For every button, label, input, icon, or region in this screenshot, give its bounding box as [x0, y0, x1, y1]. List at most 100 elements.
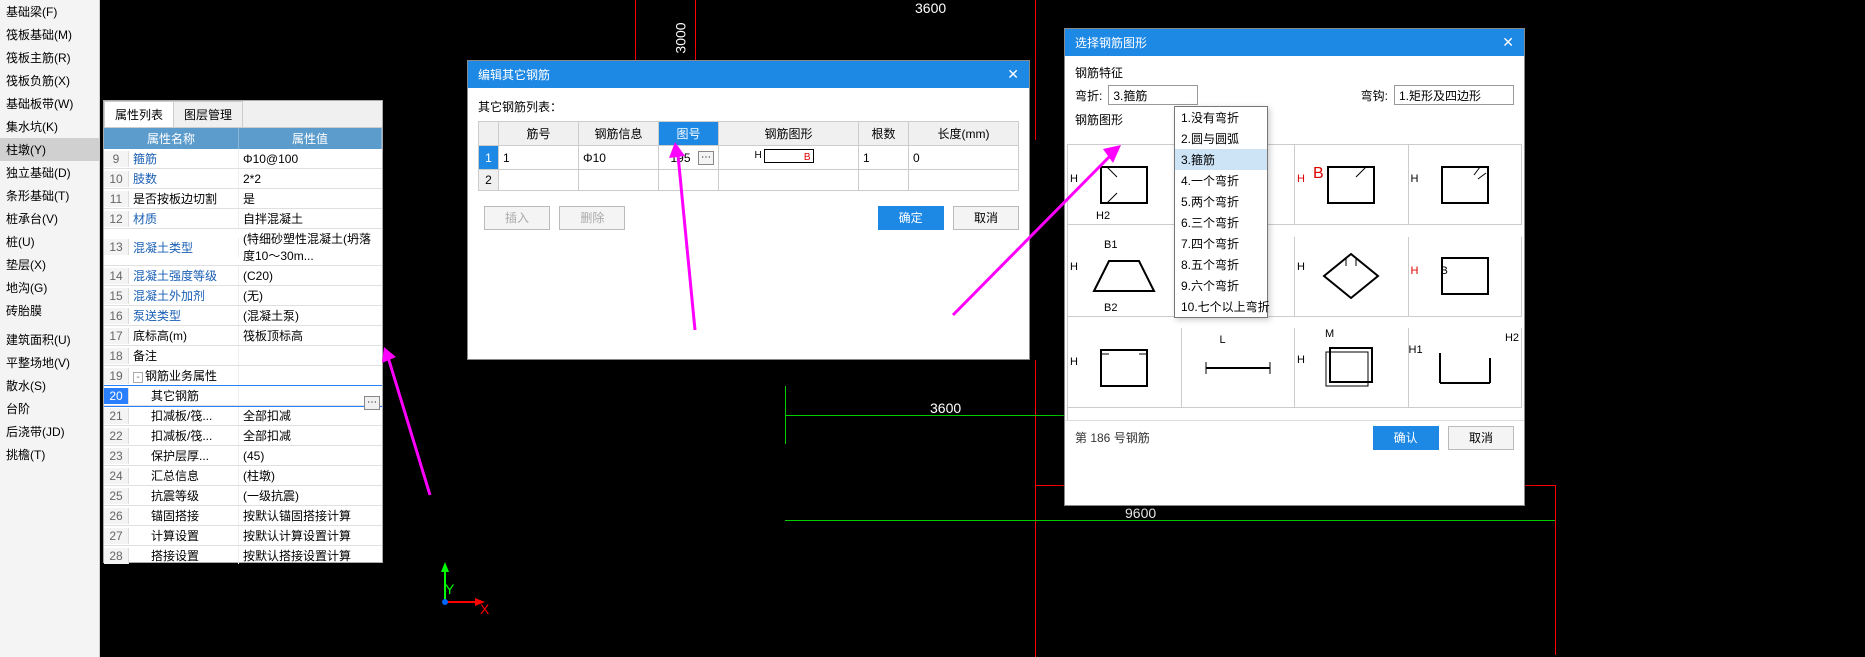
list-label: 其它钢筋列表： [478, 98, 1019, 115]
row-1-header[interactable]: 1 [479, 146, 499, 170]
col-shape[interactable]: 钢筋图形 [719, 122, 859, 146]
nav-item[interactable]: 平整场地(V) [0, 351, 99, 374]
property-row[interactable]: 13混凝土类型(特细砂塑性混凝土(坍落度10～30m... [104, 229, 382, 266]
property-row[interactable]: 22扣减板/筏...全部扣减 [104, 426, 382, 446]
nav-item[interactable]: 挑檐(T) [0, 443, 99, 466]
grid-label: 钢筋图形 [1075, 111, 1514, 128]
dropdown-option[interactable]: 3.箍筋 [1175, 149, 1267, 170]
property-row[interactable]: 10肢数2*2 [104, 169, 382, 189]
cell-shape[interactable]: B [719, 146, 859, 170]
cell-info[interactable]: Φ10 [579, 146, 659, 170]
col-name: 属性名称 [104, 128, 239, 149]
dropdown-option[interactable]: 7.四个弯折 [1175, 233, 1267, 254]
property-row[interactable]: 21扣减板/筏...全部扣减 [104, 406, 382, 426]
property-row[interactable]: 26锚固搭接按默认锚固搭接计算 [104, 506, 382, 526]
close-icon[interactable]: ✕ [1007, 66, 1019, 83]
shape-option[interactable]: H [1068, 328, 1182, 408]
dropdown-option[interactable]: 2.圆与圆弧 [1175, 128, 1267, 149]
property-row[interactable]: 28搭接设置按默认搭接设置计算 [104, 546, 382, 564]
dropdown-option[interactable]: 1.没有弯折 [1175, 107, 1267, 128]
insert-button[interactable]: 插入 [484, 206, 550, 230]
dimension: 3000 [673, 22, 689, 53]
nav-item[interactable]: 集水坑(K) [0, 115, 99, 138]
dimension: 3600 [930, 400, 961, 416]
dropdown-option[interactable]: 4.一个弯折 [1175, 170, 1267, 191]
col-jin[interactable]: 筋号 [499, 122, 579, 146]
nav-item[interactable]: 后浇带(JD) [0, 420, 99, 443]
nav-item[interactable]: 建筑面积(U) [0, 328, 99, 351]
dropdown-option[interactable]: 9.六个弯折 [1175, 275, 1267, 296]
delete-button[interactable]: 删除 [559, 206, 625, 230]
hook-select[interactable] [1394, 85, 1514, 105]
tab-properties[interactable]: 属性列表 [104, 101, 174, 127]
cell-tuhao[interactable]: 195⋯ [659, 146, 719, 170]
cell-length[interactable]: 0 [909, 146, 1019, 170]
cell-jin[interactable]: 1 [499, 146, 579, 170]
row-2-header[interactable]: 2 [479, 170, 499, 191]
nav-item[interactable]: 台阶 [0, 397, 99, 420]
col-length[interactable]: 长度(mm) [909, 122, 1019, 146]
close-icon[interactable]: ✕ [1502, 34, 1514, 51]
nav-item[interactable]: 筏板基础(M) [0, 23, 99, 46]
nav-item[interactable]: 地沟(G) [0, 276, 99, 299]
bend-dropdown[interactable]: 1.没有弯折2.圆与圆弧3.箍筋4.一个弯折5.两个弯折6.三个弯折7.四个弯折… [1174, 106, 1268, 318]
nav-item[interactable]: 条形基础(T) [0, 184, 99, 207]
property-row[interactable]: 18备注 [104, 346, 382, 366]
col-value: 属性值 [239, 128, 382, 149]
rebar-table[interactable]: 筋号 钢筋信息 图号 钢筋图形 根数 长度(mm) 1 1 Φ10 195⋯ B… [478, 121, 1019, 191]
nav-item[interactable]: 砖胎膜 [0, 299, 99, 322]
dropdown-option[interactable]: 10.七个以上弯折 [1175, 296, 1267, 317]
bend-select[interactable] [1108, 85, 1198, 105]
shape-option[interactable]: HH2 [1068, 145, 1182, 225]
property-row[interactable]: 16泵送类型(混凝土泵) [104, 306, 382, 326]
shape-option[interactable]: L [1182, 328, 1296, 408]
cell-count[interactable]: 1 [859, 146, 909, 170]
property-row[interactable]: 17底标高(m)筏板顶标高 [104, 326, 382, 346]
nav-item-selected[interactable]: 柱墩(Y) [0, 138, 99, 161]
nav-item[interactable]: 垫层(X) [0, 253, 99, 276]
dimension: 3600 [915, 0, 946, 16]
ok-button[interactable]: 确认 [1373, 426, 1439, 450]
property-row[interactable]: 24汇总信息(柱墩) [104, 466, 382, 486]
nav-item[interactable]: 桩(U) [0, 230, 99, 253]
dropdown-option[interactable]: 5.两个弯折 [1175, 191, 1267, 212]
property-row[interactable]: 23保护层厚...(45) [104, 446, 382, 466]
dropdown-option[interactable]: 8.五个弯折 [1175, 254, 1267, 275]
edit-rebar-dialog: 编辑其它钢筋 ✕ 其它钢筋列表： 筋号 钢筋信息 图号 钢筋图形 根数 长度(m… [467, 60, 1030, 360]
property-row[interactable]: 27计算设置按默认计算设置计算 [104, 526, 382, 546]
nav-item[interactable]: 筏板负筋(X) [0, 69, 99, 92]
tuhao-picker-button[interactable]: ⋯ [698, 151, 714, 165]
dropdown-option[interactable]: 6.三个弯折 [1175, 212, 1267, 233]
property-row[interactable]: 9箍筋Φ10@100 [104, 149, 382, 169]
cancel-button[interactable]: 取消 [1448, 426, 1514, 450]
nav-item[interactable]: 基础梁(F) [0, 0, 99, 23]
properties-panel: 属性列表 图层管理 属性名称 属性值 9箍筋Φ10@10010肢数2*211是否… [103, 100, 383, 563]
ok-button[interactable]: 确定 [878, 206, 944, 230]
property-row[interactable]: 19-钢筋业务属性 [104, 366, 382, 386]
nav-item[interactable]: 散水(S) [0, 374, 99, 397]
nav-item[interactable]: 桩承台(V) [0, 207, 99, 230]
shape-option[interactable]: H [1295, 237, 1409, 317]
dimension: 9600 [1125, 505, 1156, 521]
nav-item[interactable]: 独立基础(D) [0, 161, 99, 184]
shape-option[interactable]: HB [1295, 145, 1409, 225]
properties-table[interactable]: 9箍筋Φ10@10010肢数2*211是否按板边切割是12材质自拌混凝土13混凝… [104, 149, 382, 564]
property-row[interactable]: 14混凝土强度等级(C20) [104, 266, 382, 286]
shape-option[interactable]: H1H2 [1409, 328, 1523, 408]
shape-option[interactable]: HB [1409, 237, 1523, 317]
property-row[interactable]: 20其它钢筋⋯ [104, 386, 382, 406]
property-row[interactable]: 25抗震等级(一级抗震) [104, 486, 382, 506]
shape-option[interactable]: HM [1295, 328, 1409, 408]
property-row[interactable]: 11是否按板边切割是 [104, 189, 382, 209]
shape-option[interactable]: H [1409, 145, 1523, 225]
cancel-button[interactable]: 取消 [953, 206, 1019, 230]
property-row[interactable]: 15混凝土外加剂(无) [104, 286, 382, 306]
col-info[interactable]: 钢筋信息 [579, 122, 659, 146]
col-tuhao[interactable]: 图号 [659, 122, 719, 146]
tab-layers[interactable]: 图层管理 [173, 101, 243, 127]
nav-item[interactable]: 筏板主筋(R) [0, 46, 99, 69]
shape-option[interactable]: HB1B2 [1068, 237, 1182, 317]
nav-item[interactable]: 基础板带(W) [0, 92, 99, 115]
col-count[interactable]: 根数 [859, 122, 909, 146]
property-row[interactable]: 12材质自拌混凝土 [104, 209, 382, 229]
